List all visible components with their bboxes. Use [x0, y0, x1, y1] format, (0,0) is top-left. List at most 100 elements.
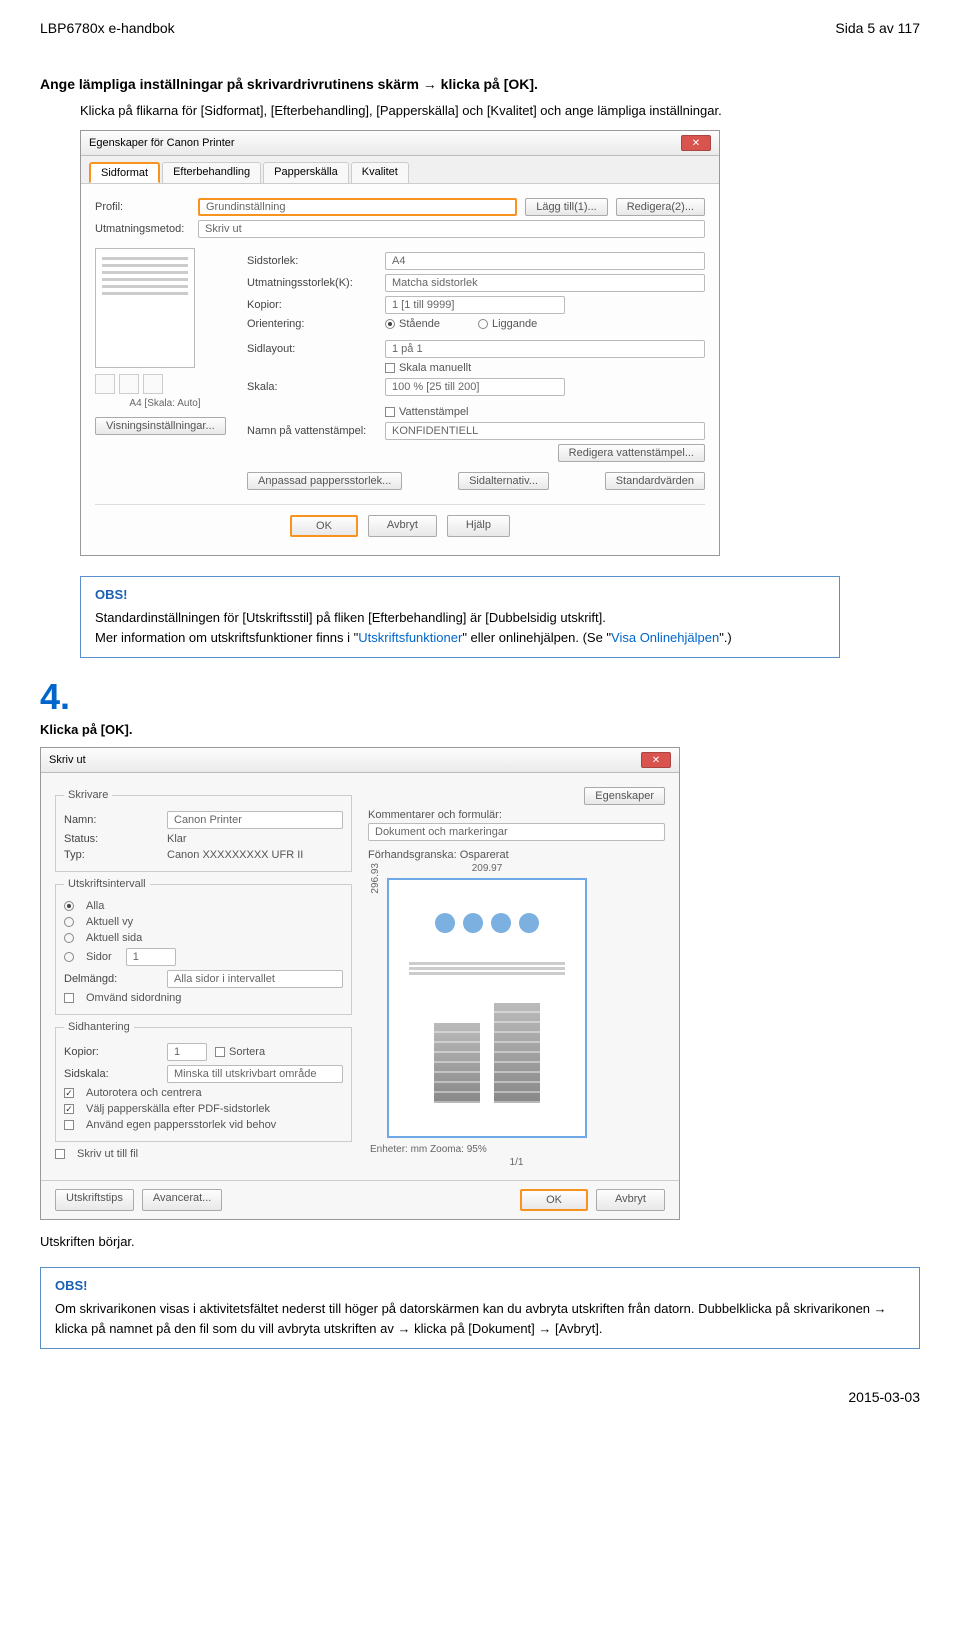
step-number: 4. [40, 676, 920, 718]
section-body: Klicka på flikarna för [Sidformat], [Eft… [80, 102, 920, 120]
copies-label2: Kopior: [64, 1046, 159, 1058]
page-scale-combo[interactable]: Minska till utskrivbart område [167, 1065, 343, 1083]
range-current-page-radio[interactable]: Aktuell sida [64, 932, 343, 944]
range-pages-label: Sidor [86, 951, 112, 963]
page-options-button[interactable]: Sidalternativ... [458, 472, 549, 490]
print-tips-button[interactable]: Utskriftstips [55, 1189, 134, 1211]
ok-button[interactable]: OK [520, 1189, 588, 1211]
view-settings-button[interactable]: Visningsinställningar... [95, 417, 226, 435]
range-pages-radio[interactable]: Sidor 1 [64, 948, 343, 966]
preview-circle-icon [463, 913, 483, 933]
handling-legend: Sidhantering [64, 1021, 134, 1033]
properties-button[interactable]: Egenskaper [584, 787, 665, 805]
subset-combo[interactable]: Alla sidor i intervallet [167, 970, 343, 988]
view-icon[interactable] [95, 374, 115, 394]
link-visa-onlinehj[interactable]: Visa Onlinehjälpen [611, 630, 719, 645]
autorotate-checkbox[interactable]: Autorotera och centrera [64, 1087, 343, 1099]
range-cur-label: Aktuell vy [86, 916, 133, 928]
output-size-combo[interactable]: Matcha sidstorlek [385, 274, 705, 292]
defaults-button[interactable]: Standardvärden [605, 472, 705, 490]
page-size-combo[interactable]: A4 [385, 252, 705, 270]
doc-title: LBP6780x e-handbok [40, 20, 175, 36]
watermark-checkbox[interactable]: Vattenstämpel [385, 406, 469, 418]
print-dialog-title: Skriv ut [49, 754, 86, 766]
output-size-label: Utmatningsstorlek(K): [247, 277, 377, 289]
choose-source-checkbox[interactable]: Välj papperskälla efter PDF-sidstorlek [64, 1103, 343, 1115]
range-all-radio[interactable]: Alla [64, 900, 343, 912]
layout-combo[interactable]: 1 på 1 [385, 340, 705, 358]
note-text: ".) [719, 630, 732, 645]
watermark-combo[interactable]: KONFIDENTIELL [385, 422, 705, 440]
status-value: Klar [167, 833, 187, 845]
scale-input[interactable]: 100 % [25 till 200] [385, 378, 565, 396]
preview-circle-icon [519, 913, 539, 933]
view-icon[interactable] [119, 374, 139, 394]
print-to-file-checkbox[interactable]: Skriv ut till fil [55, 1148, 352, 1160]
scale-label: Skala: [247, 381, 377, 393]
status-label: Status: [64, 833, 159, 845]
orientation-portrait[interactable]: Stående [385, 318, 440, 330]
comments-combo[interactable]: Dokument och markeringar [368, 823, 665, 841]
range-group: Utskriftsintervall Alla Aktuell vy Aktue… [55, 878, 352, 1015]
collate-label: Sortera [229, 1046, 265, 1058]
scale-manual-label: Skala manuellt [399, 362, 471, 374]
properties-dialog: Egenskaper för Canon Printer ✕ Sidformat… [80, 130, 720, 556]
collate-checkbox[interactable]: Sortera [215, 1046, 265, 1058]
page-indicator: Sida 5 av 117 [835, 20, 920, 36]
scale-manual-checkbox[interactable]: Skala manuellt [385, 362, 471, 374]
autorotate-label: Autorotera och centrera [86, 1087, 202, 1099]
preview-pager: 1/1 [370, 1157, 663, 1168]
range-legend: Utskriftsintervall [64, 878, 150, 890]
reverse-order-checkbox[interactable]: Omvänd sidordning [64, 992, 343, 1004]
note-text: " eller onlinehjälpen. (Se " [462, 630, 611, 645]
cancel-button[interactable]: Avbryt [368, 515, 437, 537]
tab-papperskalla[interactable]: Papperskälla [263, 162, 349, 183]
view-icon[interactable] [143, 374, 163, 394]
cancel-button[interactable]: Avbryt [596, 1189, 665, 1211]
advanced-button[interactable]: Avancerat... [142, 1189, 223, 1211]
pages-input[interactable]: 1 [126, 948, 176, 966]
profile-label: Profil: [95, 201, 190, 213]
orientation-landscape[interactable]: Liggande [478, 318, 537, 330]
note-title: OBS! [95, 587, 825, 602]
reverse-order-label: Omvänd sidordning [86, 992, 181, 1004]
thumb-caption: A4 [Skala: Auto] [95, 398, 235, 409]
profile-combo[interactable]: Grundinställning [198, 198, 517, 216]
printer-name-combo[interactable]: Canon Printer [167, 811, 343, 829]
tab-efterbehandling[interactable]: Efterbehandling [162, 162, 261, 183]
edit-button[interactable]: Redigera(2)... [616, 198, 705, 216]
ok-button[interactable]: OK [290, 515, 358, 537]
output-method-combo[interactable]: Skriv ut [198, 220, 705, 238]
print-dialog: Skriv ut ✕ Skrivare Namn: Canon Printer … [40, 747, 680, 1220]
note-box-2: OBS! Om skrivarikonen visas i aktivitets… [40, 1267, 920, 1349]
copies-input2[interactable]: 1 [167, 1043, 207, 1061]
layout-label: Sidlayout: [247, 343, 377, 355]
preview-circle-icon [491, 913, 511, 933]
note-body-2: Om skrivarikonen visas i aktivitetsfälte… [55, 1299, 905, 1338]
watermark-checkbox-label: Vattenstämpel [399, 406, 469, 418]
handling-group: Sidhantering Kopior: 1 Sortera Sidskala:… [55, 1021, 352, 1142]
add-button[interactable]: Lägg till(1)... [525, 198, 608, 216]
range-current-view-radio[interactable]: Aktuell vy [64, 916, 343, 928]
print-to-file-label: Skriv ut till fil [77, 1148, 138, 1160]
preview-page [387, 878, 587, 1138]
tab-sidformat[interactable]: Sidformat [89, 162, 160, 183]
tab-kvalitet[interactable]: Kvalitet [351, 162, 409, 183]
output-method-label: Utmatningsmetod: [95, 223, 190, 235]
printer-name-label: Namn: [64, 814, 159, 826]
help-button[interactable]: Hjälp [447, 515, 510, 537]
comments-label: Kommentarer och formulär: [368, 809, 665, 821]
link-utskriftsfunktioner[interactable]: Utskriftsfunktioner [358, 630, 462, 645]
orientation-portrait-label: Stående [399, 318, 440, 330]
preview-building-icon [494, 1003, 540, 1103]
use-custom-label: Använd egen pappersstorlek vid behov [86, 1119, 276, 1131]
close-icon[interactable]: ✕ [681, 135, 711, 151]
edit-watermark-button[interactable]: Redigera vattenstämpel... [558, 444, 705, 462]
custom-paper-button[interactable]: Anpassad pappersstorlek... [247, 472, 402, 490]
copies-input[interactable]: 1 [1 till 9999] [385, 296, 565, 314]
tab-strip: Sidformat Efterbehandling Papperskälla K… [81, 156, 719, 184]
close-icon[interactable]: ✕ [641, 752, 671, 768]
orientation-landscape-label: Liggande [492, 318, 537, 330]
use-custom-checkbox[interactable]: Använd egen pappersstorlek vid behov [64, 1119, 343, 1131]
note-line2: Mer information om utskriftsfunktioner f… [95, 628, 825, 648]
